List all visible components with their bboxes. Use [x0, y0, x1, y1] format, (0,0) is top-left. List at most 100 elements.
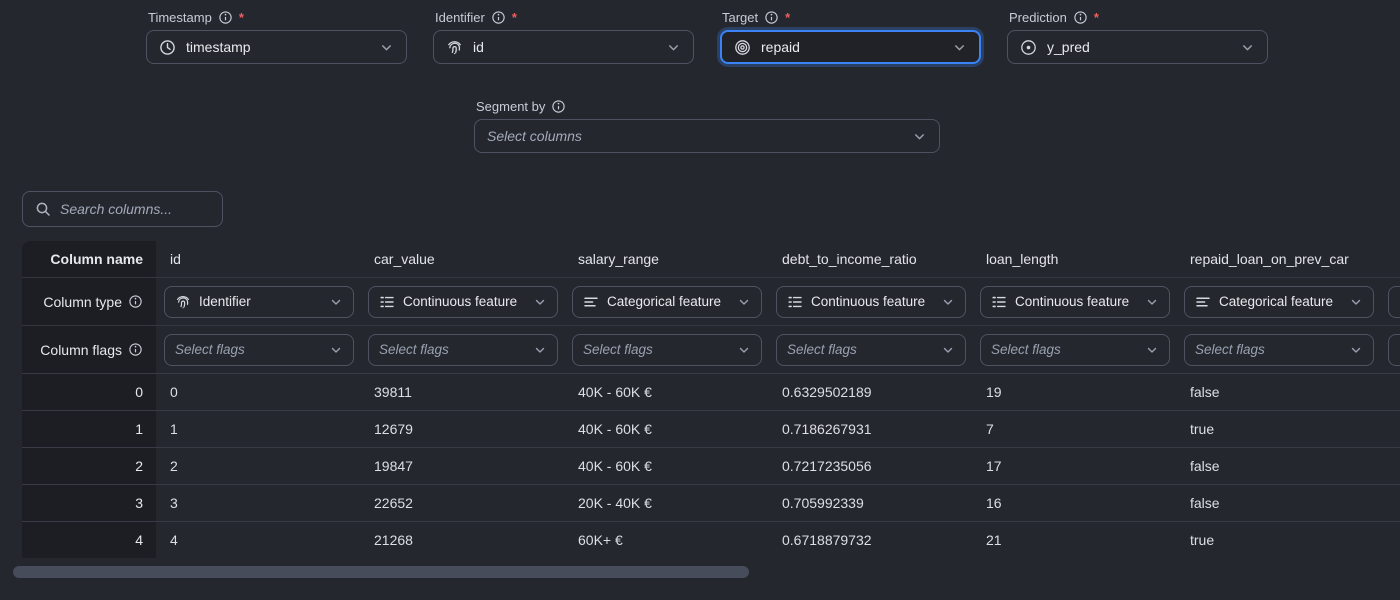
table-header-row: Column name id car_value salary_range de… [22, 241, 1400, 277]
column-type-cell: Categorical feature [1176, 278, 1380, 325]
column-type-select-repaid-loan-on-prev-car[interactable]: Categorical feature [1184, 286, 1374, 318]
prediction-icon [1020, 39, 1037, 56]
identifier-label-text: Identifier [435, 10, 485, 25]
horizontal-scrollbar-thumb[interactable] [13, 566, 749, 578]
target-select[interactable]: repaid [720, 30, 981, 64]
column-flags-select-car-value[interactable]: Select flags [368, 334, 558, 366]
column-type-value: Continuous feature [403, 294, 525, 309]
prediction-select[interactable]: y_pred [1007, 30, 1268, 64]
row-index: 2 [22, 448, 156, 484]
column-flags-select-debt-to-income-ratio[interactable]: Select flags [776, 334, 966, 366]
column-type-select-salary-range[interactable]: Categorical feature [572, 286, 762, 318]
timestamp-label: Timestamp * [148, 10, 407, 25]
segment-by-placeholder: Select columns [487, 128, 902, 144]
ordered-list-icon [991, 294, 1007, 310]
table-cell: 0.7186267931 [768, 411, 972, 447]
table-cell: 40K - 60K € [564, 411, 768, 447]
column-flags-cell [1380, 326, 1400, 373]
column-type-select-loan-length[interactable]: Continuous feature [980, 286, 1170, 318]
flags-placeholder: Select flags [787, 342, 933, 357]
table-cell: 0.6718879732 [768, 522, 972, 558]
column-flags-select-id[interactable]: Select flags [164, 334, 354, 366]
chevron-down-icon [1240, 40, 1255, 55]
column-flags-select-repaid-loan-on-prev-car[interactable]: Select flags [1184, 334, 1374, 366]
column-type-select-debt-to-income-ratio[interactable]: Continuous feature [776, 286, 966, 318]
column-type-cell: Categorical feature [564, 278, 768, 325]
chevron-down-icon [1145, 343, 1159, 357]
table-cell: 17 [972, 448, 1176, 484]
chevron-down-icon [1349, 295, 1363, 309]
info-icon[interactable] [764, 10, 779, 25]
table-cell: 60K+ € [564, 522, 768, 558]
column-flags-select-overflow[interactable] [1388, 334, 1400, 366]
table-cell: 40K - 60K € [564, 374, 768, 410]
identifier-select[interactable]: id [433, 30, 694, 64]
search-icon [35, 201, 51, 217]
table-cell: 7 [972, 411, 1176, 447]
segment-by-label: Segment by [476, 99, 940, 114]
info-icon[interactable] [128, 294, 143, 309]
table-cell: 3 [156, 485, 360, 521]
table-cell: 1 [156, 411, 360, 447]
column-type-value: Identifier [199, 294, 321, 309]
segment-by-label-text: Segment by [476, 99, 545, 114]
column-type-value: Continuous feature [1015, 294, 1137, 309]
row-index: 4 [22, 522, 156, 558]
chevron-down-icon [941, 295, 955, 309]
column-type-select-id[interactable]: Identifier [164, 286, 354, 318]
target-icon [734, 39, 751, 56]
column-type-cell: Continuous feature [972, 278, 1176, 325]
table-cell [1380, 374, 1400, 410]
chevron-down-icon [1349, 343, 1363, 357]
target-label: Target * [722, 10, 981, 25]
table-cell: false [1176, 485, 1380, 521]
column-type-row-label: Column type [22, 278, 156, 325]
column-flags-cell: Select flags [564, 326, 768, 373]
chevron-down-icon [1145, 295, 1159, 309]
flags-placeholder: Select flags [175, 342, 321, 357]
column-type-cell: Continuous feature [360, 278, 564, 325]
ordered-list-icon [379, 294, 395, 310]
segment-by-select[interactable]: Select columns [474, 119, 940, 153]
chevron-down-icon [329, 295, 343, 309]
column-type-row: Column type Identifier Continuous featur… [22, 277, 1400, 325]
flags-placeholder: Select flags [1195, 342, 1341, 357]
fingerprint-icon [446, 39, 463, 56]
column-type-select-car-value[interactable]: Continuous feature [368, 286, 558, 318]
table-row: 4 4 21268 60K+ € 0.6718879732 21 true [22, 521, 1400, 558]
target-select-value: repaid [761, 39, 942, 55]
chevron-down-icon [941, 343, 955, 357]
info-icon[interactable] [551, 99, 566, 114]
search-columns-input[interactable] [60, 201, 210, 217]
column-header-id: id [156, 241, 360, 277]
column-type-select-overflow[interactable] [1388, 286, 1400, 318]
table-row: 1 1 12679 40K - 60K € 0.7186267931 7 tru… [22, 410, 1400, 447]
table-cell: true [1176, 411, 1380, 447]
info-icon[interactable] [1073, 10, 1088, 25]
column-flags-select-salary-range[interactable]: Select flags [572, 334, 762, 366]
flags-placeholder: Select flags [583, 342, 729, 357]
table-cell: 22652 [360, 485, 564, 521]
column-header-salary-range: salary_range [564, 241, 768, 277]
table-cell: true [1176, 522, 1380, 558]
table-cell: 21268 [360, 522, 564, 558]
flags-placeholder: Select flags [379, 342, 525, 357]
chevron-down-icon [737, 343, 751, 357]
column-type-value: Categorical feature [607, 294, 729, 309]
info-icon[interactable] [218, 10, 233, 25]
chevron-down-icon [737, 295, 751, 309]
identifier-select-value: id [473, 39, 656, 55]
column-header-overflow [1380, 241, 1400, 277]
clock-icon [159, 39, 176, 56]
info-icon[interactable] [491, 10, 506, 25]
table-cell [1380, 448, 1400, 484]
lines-icon [1195, 294, 1211, 310]
column-flags-select-loan-length[interactable]: Select flags [980, 334, 1170, 366]
identifier-label: Identifier * [435, 10, 694, 25]
timestamp-select[interactable]: timestamp [146, 30, 407, 64]
chevron-down-icon [912, 129, 927, 144]
info-icon[interactable] [128, 342, 143, 357]
column-type-cell [1380, 278, 1400, 325]
flags-placeholder: Select flags [991, 342, 1137, 357]
column-flags-cell: Select flags [972, 326, 1176, 373]
